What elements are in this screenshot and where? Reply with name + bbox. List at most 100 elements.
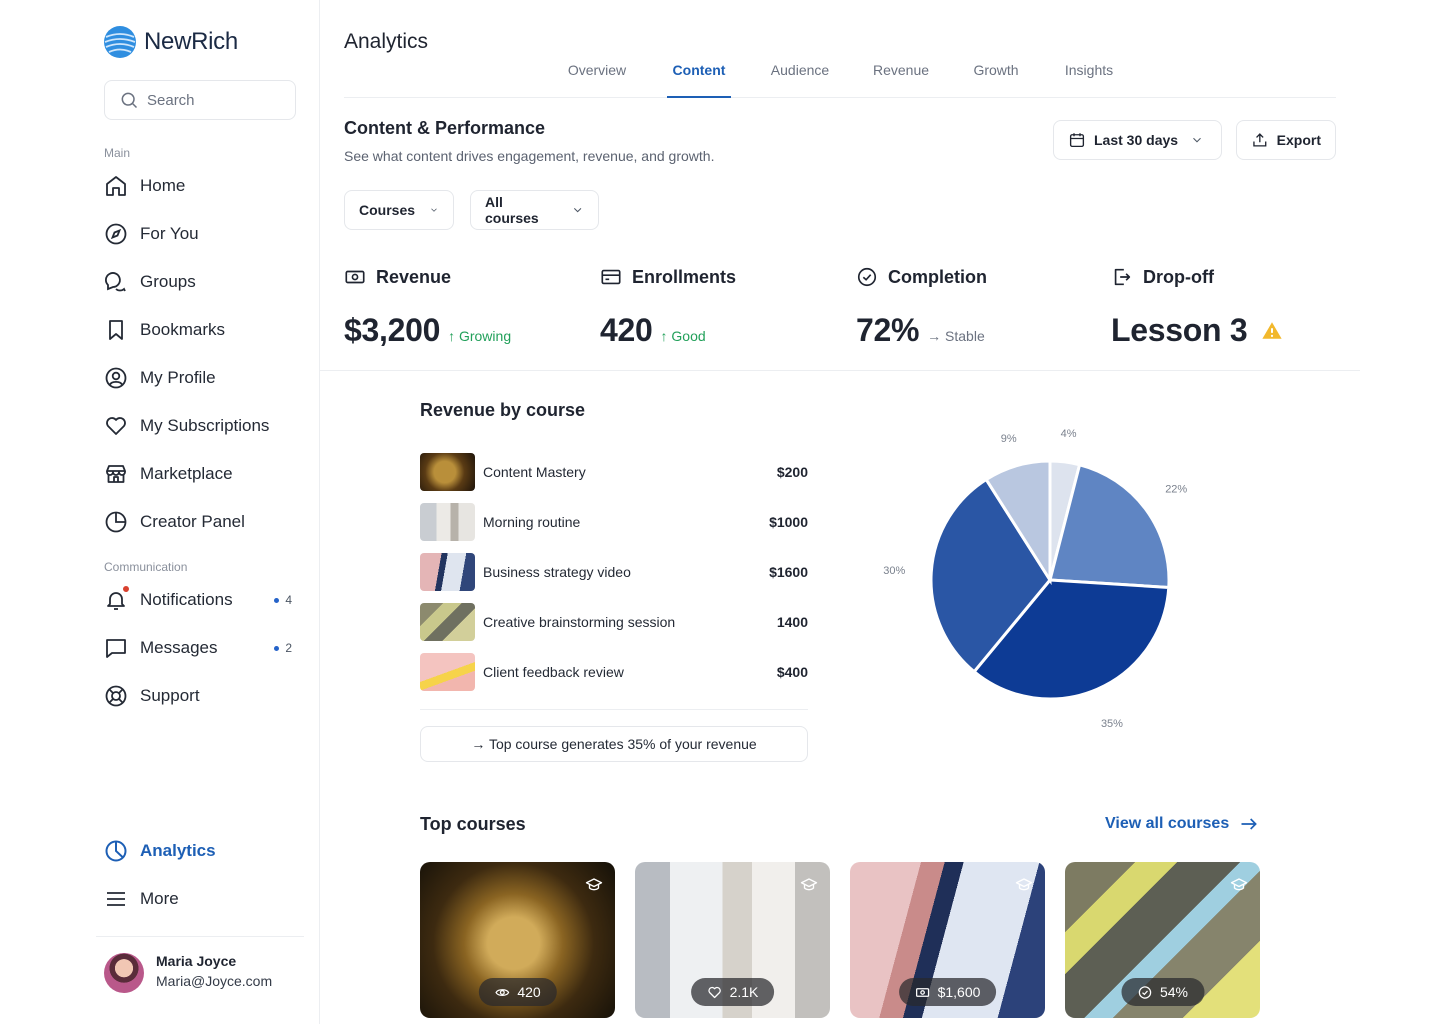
calendar-icon xyxy=(1069,133,1085,148)
metric-completion: Completion 72% → Stable xyxy=(856,264,987,349)
list-item[interactable]: Morning routine $1000 xyxy=(420,497,808,547)
chevron-down-icon xyxy=(431,208,437,212)
course-name: Client feedback review xyxy=(483,664,624,680)
sidebar-item-support[interactable]: Support xyxy=(104,672,300,720)
sidebar-item-label: Marketplace xyxy=(140,464,233,483)
sidebar-item-bookmarks[interactable]: Bookmarks xyxy=(104,306,300,354)
communication-section-label: Communication xyxy=(104,560,188,574)
exit-icon xyxy=(1114,268,1131,286)
pie-chart-svg: 4% 22% 35% 30% 9% xyxy=(883,428,1187,730)
course-card[interactable]: 2.1K xyxy=(635,862,830,1018)
sidebar-item-for-you[interactable]: For You xyxy=(104,210,300,258)
course-name: Creative brainstorming session xyxy=(483,614,676,630)
metric-trend: ↑ Good xyxy=(660,328,706,344)
card-icon xyxy=(601,269,621,285)
list-item[interactable]: Creative brainstorming session 1400 xyxy=(420,597,808,647)
sidebar-item-label: My Subscriptions xyxy=(140,416,270,435)
list-item[interactable]: Client feedback review $400 xyxy=(420,647,808,697)
tab-revenue[interactable]: Revenue xyxy=(872,62,930,98)
brand[interactable]: NewRich xyxy=(104,26,238,58)
course-card[interactable]: 420 xyxy=(420,862,615,1018)
metric-value: Lesson 3 xyxy=(1111,312,1248,348)
tab-content[interactable]: Content xyxy=(667,62,731,98)
eye-icon xyxy=(494,988,509,996)
search-input[interactable]: Search xyxy=(104,80,296,120)
metric-label: Completion xyxy=(888,266,987,287)
metrics-divider xyxy=(320,370,1360,371)
graduation-cap-icon xyxy=(1015,878,1033,891)
brand-name: NewRich xyxy=(144,28,238,55)
card-stat-value: 2.1K xyxy=(729,984,759,1000)
course-amount: $400 xyxy=(776,664,808,680)
cash-icon xyxy=(345,270,365,284)
heart-icon xyxy=(104,414,128,438)
upload-icon xyxy=(1253,133,1267,147)
card-stat-value: 420 xyxy=(517,984,541,1000)
lifebuoy-icon xyxy=(104,684,128,708)
course-name: Business strategy video xyxy=(483,564,631,580)
sidebar-item-my-profile[interactable]: My Profile xyxy=(104,354,300,402)
metric-trend: ↑ Growing xyxy=(448,328,512,344)
sidebar-item-label: Notifications xyxy=(140,590,233,609)
sidebar-item-home[interactable]: Home xyxy=(104,162,300,210)
notifications-count-badge: 4 xyxy=(274,593,292,607)
card-stat-value: 54% xyxy=(1159,984,1189,1000)
chevron-down-icon xyxy=(573,207,582,213)
sidebar-item-messages[interactable]: Messages 2 xyxy=(104,624,300,672)
course-revenue-list: Content Mastery $200 Morning routine $10… xyxy=(420,447,808,697)
course-card[interactable]: $1,600 xyxy=(850,862,1045,1018)
course-card[interactable]: 54% xyxy=(1065,862,1260,1018)
groups-icon xyxy=(104,270,128,294)
export-button[interactable]: Export xyxy=(1236,120,1336,160)
tab-audience[interactable]: Audience xyxy=(767,62,833,98)
communication-nav: Notifications 4 Messages 2 Support xyxy=(104,576,300,720)
list-item[interactable]: Business strategy video $1600 xyxy=(420,547,808,597)
user-profile-card[interactable]: Maria Joyce Maria@Joyce.com xyxy=(96,936,304,993)
page-title: Analytics xyxy=(344,30,429,53)
content-type-label: Courses xyxy=(359,202,416,218)
main-nav: Home For You Groups Bookmarks My Profile… xyxy=(104,162,300,546)
course-amount: 1400 xyxy=(776,614,808,630)
sidebar: NewRich Search Main Home For You Groups … xyxy=(0,0,320,1024)
sidebar-item-my-subscriptions[interactable]: My Subscriptions xyxy=(104,402,300,450)
course-scope-filter[interactable]: All courses xyxy=(470,190,599,230)
sidebar-item-analytics[interactable]: Analytics xyxy=(104,827,300,875)
sidebar-item-more[interactable]: More xyxy=(104,875,300,923)
tab-insights[interactable]: Insights xyxy=(1062,62,1116,98)
card-stat-chip: 2.1K xyxy=(690,978,775,1006)
pie-slice-label: 30% xyxy=(883,565,905,577)
sidebar-item-label: Creator Panel xyxy=(140,512,245,531)
sidebar-item-marketplace[interactable]: Marketplace xyxy=(104,450,300,498)
tab-growth[interactable]: Growth xyxy=(970,62,1022,98)
arrow-right-icon xyxy=(1241,818,1258,830)
view-all-courses-link[interactable]: View all courses xyxy=(1105,814,1259,834)
pie-slice-label: 22% xyxy=(1165,483,1187,495)
analytics-icon xyxy=(104,839,128,863)
revenue-insight: → Top course generates 35% of your reven… xyxy=(420,726,808,762)
card-stat-chip: $1,600 xyxy=(898,978,997,1006)
sidebar-item-label: For You xyxy=(140,224,199,243)
sidebar-item-groups[interactable]: Groups xyxy=(104,258,300,306)
tab-overview[interactable]: Overview xyxy=(564,62,630,98)
list-item[interactable]: Content Mastery $200 xyxy=(420,447,808,497)
search-icon xyxy=(121,92,138,109)
sidebar-item-label: Analytics xyxy=(140,841,216,860)
content-type-filter[interactable]: Courses xyxy=(344,190,454,230)
brand-logo-icon xyxy=(104,26,136,58)
metric-enrollments: Enrollments 420 ↑ Good xyxy=(600,264,736,349)
card-stat-chip: 420 xyxy=(478,978,557,1006)
sidebar-item-notifications[interactable]: Notifications 4 xyxy=(104,576,300,624)
graduation-cap-icon xyxy=(1230,878,1248,891)
list-divider xyxy=(420,709,808,710)
date-range-dropdown[interactable]: Last 30 days xyxy=(1053,120,1222,160)
user-name: Maria Joyce xyxy=(156,953,237,969)
course-name: Morning routine xyxy=(483,514,581,530)
course-amount: $200 xyxy=(776,464,808,480)
warning-icon xyxy=(1262,321,1282,339)
check-circle-icon xyxy=(1138,985,1151,999)
course-scope-label: All courses xyxy=(485,194,539,226)
course-thumbnail xyxy=(420,503,475,541)
card-stat-value: $1,600 xyxy=(937,984,981,1000)
section-title: Content & Performance xyxy=(344,118,546,138)
sidebar-item-creator-panel[interactable]: Creator Panel xyxy=(104,498,300,546)
